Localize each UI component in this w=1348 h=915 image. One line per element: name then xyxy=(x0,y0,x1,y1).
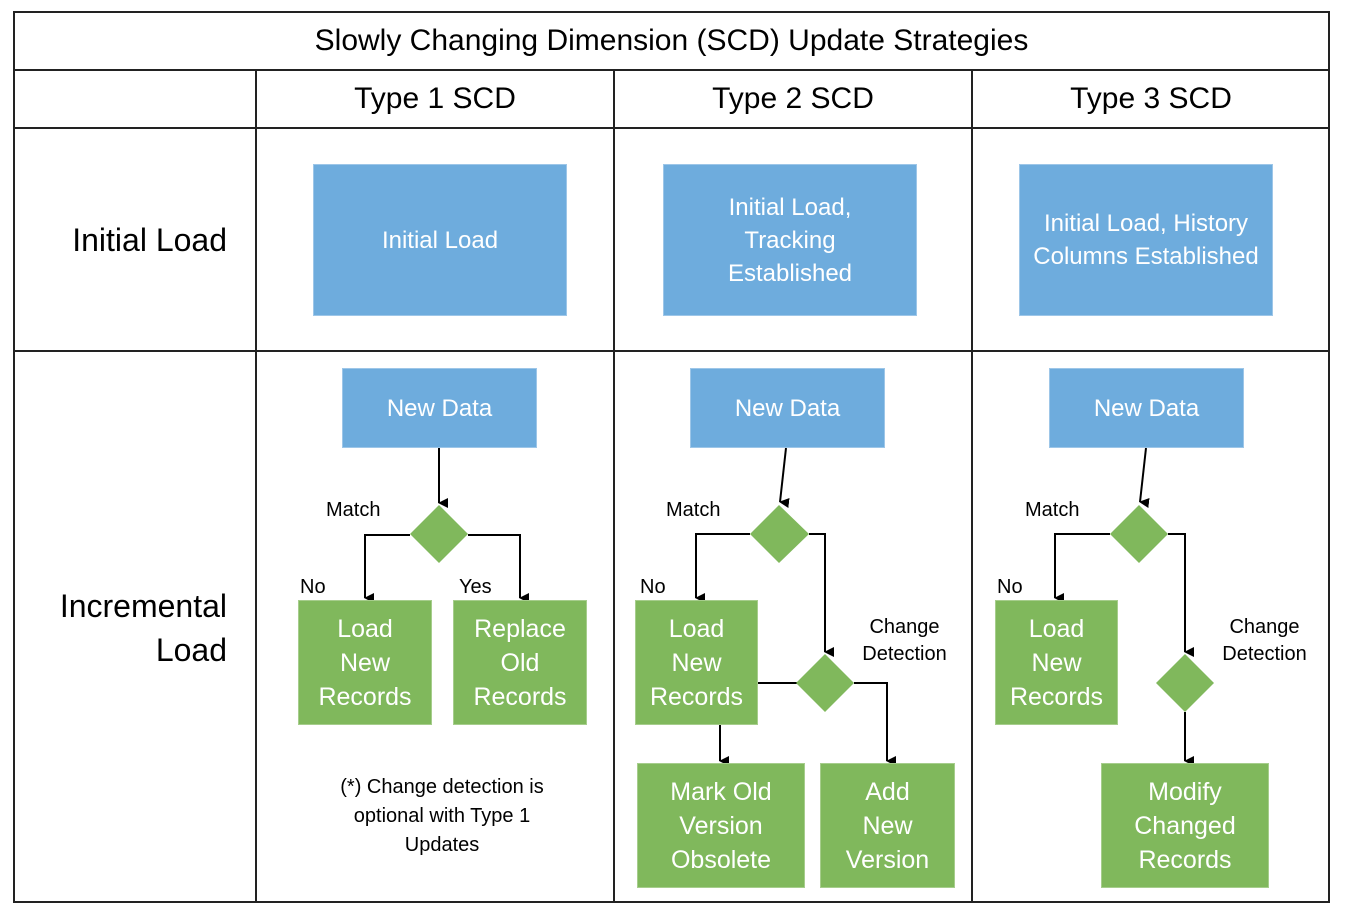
type1-match-label: Match xyxy=(326,499,381,521)
arrow-to-change-detection xyxy=(809,533,834,657)
type2-load-new-records-box: Load New Records xyxy=(635,600,758,725)
type1-connectors xyxy=(364,448,529,603)
type1-load-new-records-box: Load New Records xyxy=(298,600,432,725)
type2-no-label: No xyxy=(640,576,666,598)
arrow-newdata-to-match xyxy=(1139,447,1150,508)
change-decision-diamond xyxy=(1156,654,1214,712)
type2-new-data-box: New Data xyxy=(690,368,885,448)
type3-no-label: No xyxy=(997,576,1023,598)
type2-change-detection-label: Change Detection xyxy=(862,616,947,665)
arrow-no-branch xyxy=(695,533,750,603)
type3-modify-changed-records-box: Modify Changed Records xyxy=(1101,763,1269,888)
change-decision-diamond xyxy=(796,654,854,712)
type2-match-label: Match xyxy=(666,499,721,521)
match-decision-diamond xyxy=(750,505,809,563)
match-decision-diamond xyxy=(1110,505,1168,563)
arrow-newdata-to-match xyxy=(779,447,790,508)
type2-mark-old-version-box: Mark Old Version Obsolete xyxy=(637,763,805,888)
type3-match-label: Match xyxy=(1025,499,1080,521)
type1-footnote: (*) Change detection is optional with Ty… xyxy=(340,776,544,856)
type3-new-data-box: New Data xyxy=(1049,368,1244,448)
arrow-to-change-detection xyxy=(1168,533,1194,657)
type2-add-new-version-box: Add New Version xyxy=(820,763,955,888)
arrow-no-branch xyxy=(364,534,410,603)
type1-replace-old-records-box: Replace Old Records xyxy=(453,600,587,725)
arrow-no-branch xyxy=(1054,533,1110,603)
type3-load-new-records-box: Load New Records xyxy=(995,600,1118,725)
match-decision-diamond xyxy=(410,505,468,563)
type1-new-data-box: New Data xyxy=(342,368,537,448)
arrow-change-to-add-new xyxy=(854,682,896,766)
type3-change-detection-label: Change Detection xyxy=(1222,616,1307,665)
type1-no-label: No xyxy=(300,576,326,598)
type1-yes-label: Yes xyxy=(459,576,492,598)
